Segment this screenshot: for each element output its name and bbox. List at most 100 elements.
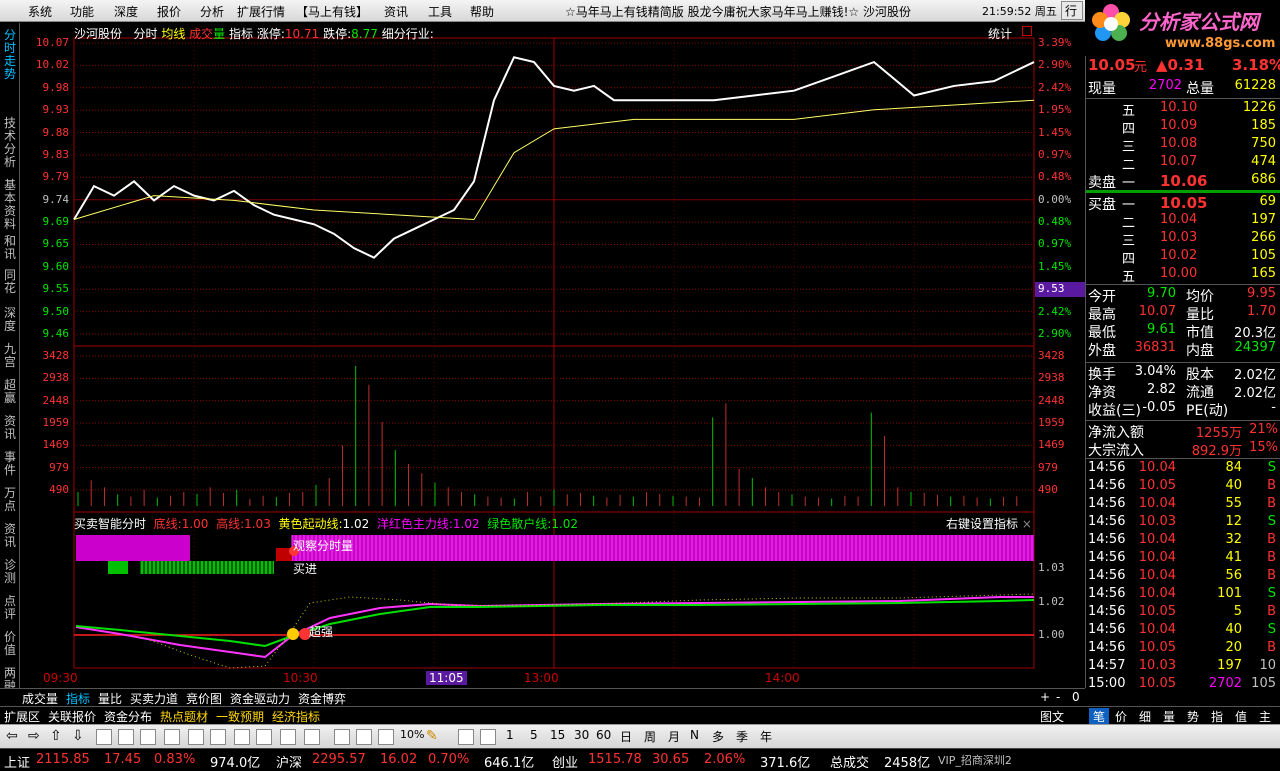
tick-row[interactable]: 14:56 10.04 101 S [1086,586,1280,604]
tab-consensus[interactable]: 一致预期 [216,708,264,725]
rtab-trades[interactable]: 笔 [1089,708,1110,725]
pen-icon[interactable]: ✎ [426,728,438,746]
f10-icon[interactable] [188,729,204,745]
stat-row[interactable]: 外盘 36831 内盘 24397 [1086,340,1280,359]
tick-row[interactable]: 14:56 10.03 12 S [1086,514,1280,532]
list-icon[interactable] [164,729,180,745]
zoom-out-button[interactable]: - [1056,690,1060,704]
period-week[interactable]: 周 [644,728,656,746]
bid-row[interactable]: 三 10.03 266 [1086,230,1280,249]
period-30[interactable]: 30 [574,728,589,746]
up-arrow-icon[interactable]: ⇧ [50,728,62,746]
forward-arrow-icon[interactable]: ⇨ [28,728,40,746]
period-1[interactable]: 1 [506,728,514,746]
period-5[interactable]: 5 [530,728,538,746]
back-arrow-icon[interactable]: ⇦ [6,728,18,746]
tab-related-quotes[interactable]: 关联报价 [48,708,96,725]
wave2-icon[interactable] [356,729,372,745]
tick-row[interactable]: 14:56 10.05 5 B [1086,604,1280,622]
rtab-volume[interactable]: 量 [1163,708,1175,725]
tab-volume-ratio[interactable]: 量比 [98,690,122,707]
sh-label[interactable]: 上证 [4,752,30,771]
circle-icon[interactable] [304,729,320,745]
down-arrow-icon[interactable]: ⇩ [72,728,84,746]
header-indicator[interactable]: 指标 [229,27,253,41]
close-icon[interactable]: × [1022,517,1032,531]
period-60[interactable]: 60 [596,728,611,746]
tick-row[interactable]: 14:56 10.05 20 B [1086,640,1280,658]
period-quarter[interactable]: 季 [736,728,748,746]
indicator-name[interactable]: 买卖智能分时 [74,517,146,531]
flow-row[interactable]: 大宗流入 892.9万 15% [1086,440,1280,459]
ask-row[interactable]: 五 10.10 1226 [1086,100,1280,119]
bid-row[interactable]: 买盘一 10.05 69 [1086,194,1280,213]
period-15[interactable]: 15 [550,728,565,746]
sz-label[interactable]: 沪深 [276,752,302,771]
ask-row[interactable]: 四 10.09 185 [1086,118,1280,137]
tick-row[interactable]: 14:56 10.04 32 B [1086,532,1280,550]
tick-row[interactable]: 14:56 10.05 40 B [1086,478,1280,496]
tab-extension[interactable]: 扩展区 [4,708,40,725]
intraday-chart[interactable] [0,0,1085,690]
doc-icon[interactable] [234,729,250,745]
zoom-reset-button[interactable]: 0 [1072,690,1080,704]
rtab-value[interactable]: 值 [1235,708,1247,725]
stat-row[interactable]: 最高 10.07 量比 1.70 [1086,304,1280,323]
fz-icon[interactable] [256,729,272,745]
table-icon[interactable] [210,729,226,745]
f-icon[interactable] [280,729,296,745]
tab-auction[interactable]: 竞价图 [186,690,222,707]
header-volume-2[interactable]: 量 [213,27,225,41]
tick-row[interactable]: 14:56 10.04 84 S [1086,460,1280,478]
f5-icon[interactable] [458,729,474,745]
stat-row[interactable]: 最低 9.61 市值 20.3亿 [1086,322,1280,341]
zoom-in-button[interactable]: + [1040,690,1050,704]
header-avg-line[interactable]: 均线 [161,27,185,41]
bid-row[interactable]: 四 10.02 105 [1086,248,1280,267]
tab-buy-sell-power[interactable]: 买卖力道 [130,690,178,707]
rtab-index[interactable]: 指 [1211,708,1223,725]
period-day[interactable]: 日 [620,728,632,746]
header-volume[interactable]: 成交 [189,27,213,41]
wave-icon[interactable] [334,729,350,745]
tab-capital-drive[interactable]: 资金驱动力 [230,690,290,707]
rtab-price[interactable]: 价 [1115,708,1127,725]
pct-button[interactable]: 10% [400,728,424,746]
tick-row[interactable]: 15:00 10.05 2702 105 [1086,676,1280,694]
period-n[interactable]: N [690,728,699,746]
tick-row[interactable]: 14:57 10.03 197 10 [1086,658,1280,676]
stat-row[interactable]: 今开 9.70 均价 9.95 [1086,286,1280,305]
tab-capital-game[interactable]: 资金博弈 [298,690,346,707]
maximize-icon[interactable] [1022,26,1032,36]
ask-row[interactable]: 三 10.08 750 [1086,136,1280,155]
cy-label[interactable]: 创业 [552,752,578,771]
rtab-main[interactable]: 主 [1259,708,1271,725]
indicator-settings[interactable]: 右键设置指标 × [946,515,1032,532]
rtab-trend[interactable]: 势 [1187,708,1199,725]
tick-row[interactable]: 14:56 10.04 55 B [1086,496,1280,514]
sheet-icon[interactable] [378,729,394,745]
ask-row[interactable]: 二 10.07 474 [1086,154,1280,173]
line-chart-icon[interactable] [118,729,134,745]
tick-row[interactable]: 14:56 10.04 41 B [1086,550,1280,568]
refresh-icon[interactable] [480,729,496,745]
stat-button[interactable]: 统计 [988,25,1012,42]
tab-hot-topics[interactable]: 热点题材 [160,708,208,725]
period-year[interactable]: 年 [760,728,772,746]
rtab-detail[interactable]: 细 [1139,708,1151,725]
period-multi[interactable]: 多 [712,728,724,746]
tab-indicator[interactable]: 指标 [66,690,90,707]
period-month[interactable]: 月 [668,728,680,746]
header-intraday[interactable]: 分时 [133,27,157,41]
stat-row[interactable]: 换手 3.04% 股本 2.02亿 [1086,364,1280,383]
stat-row[interactable]: 净资 2.82 流通 2.02亿 [1086,382,1280,401]
tick-row[interactable]: 14:56 10.04 40 S [1086,622,1280,640]
tick-row[interactable]: 14:56 10.04 56 B [1086,568,1280,586]
flow-row[interactable]: 净流入额 1255万 21% [1086,422,1280,441]
bid-row[interactable]: 五 10.00 165 [1086,266,1280,285]
tab-volume[interactable]: 成交量 [22,690,58,707]
candle-icon[interactable] [140,729,156,745]
stat-row[interactable]: 收益(三) -0.05 PE(动) - [1086,400,1280,419]
tab-capital-distribution[interactable]: 资金分布 [104,708,152,725]
tab-economic[interactable]: 经济指标 [272,708,320,725]
